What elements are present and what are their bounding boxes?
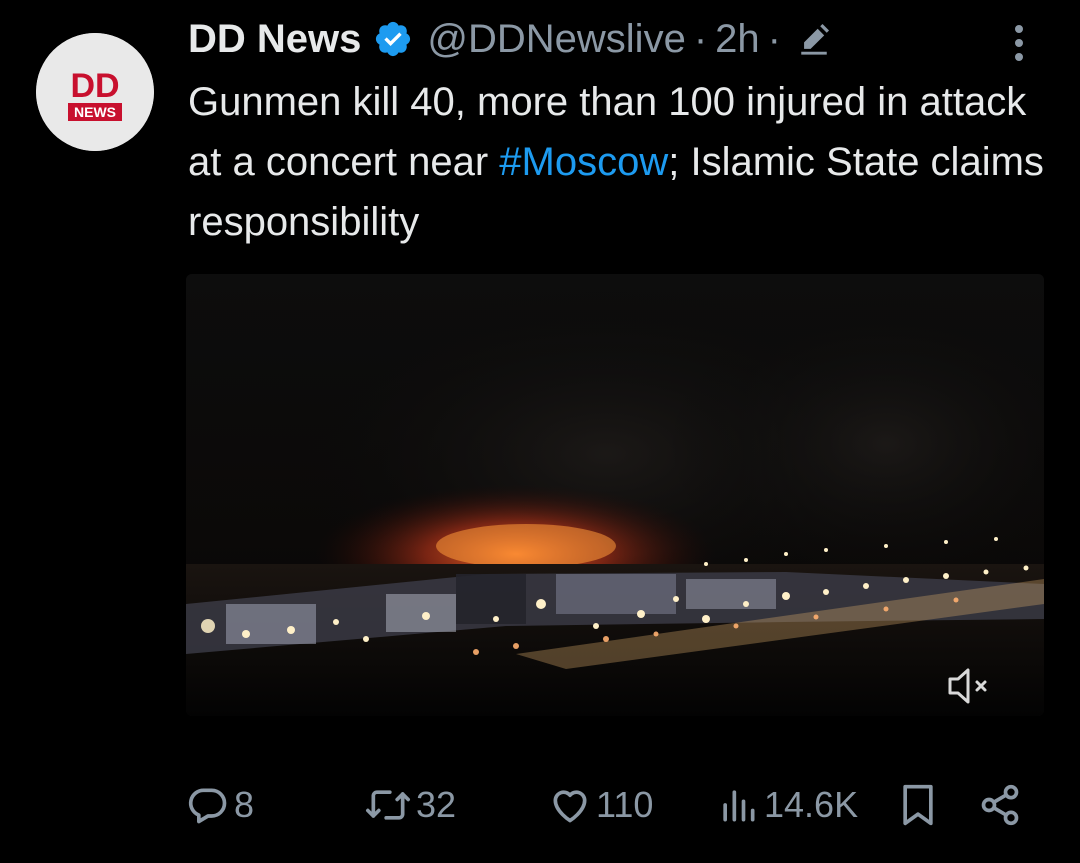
avatar[interactable]: DD NEWS [36,33,154,151]
tweet-card[interactable]: DD NEWS DD News @DDNewslive · 2h · Gunme… [0,0,1080,863]
repost-icon [366,790,410,820]
display-name[interactable]: DD News [188,17,361,62]
views-bars-icon [723,790,755,822]
edit-pencil-icon[interactable] [797,22,831,56]
action-bar: 8 32 110 14.6K [186,775,1044,835]
views-count: 14.6K [764,784,859,825]
verified-badge-icon [376,21,411,57]
repost-count: 32 [416,784,457,825]
views-button[interactable]: 14.6K [716,775,858,835]
reply-bubble-icon [188,788,227,824]
tweet-text: Gunmen kill 40, more than 100 injured in… [188,72,1048,252]
logo-top-text: DD [70,67,119,105]
separator-dot: · [767,16,781,61]
share-button[interactable] [978,775,1022,835]
logo-bottom-text: NEWS [74,104,116,120]
share-icon [981,784,1019,826]
dd-news-logo: DD NEWS [36,33,154,151]
like-button[interactable]: 110 [548,775,653,835]
like-count: 110 [596,784,654,825]
repost-button[interactable]: 32 [364,775,456,835]
bookmark-button[interactable] [896,775,940,835]
more-vertical-icon[interactable] [1004,22,1034,64]
mute-icon[interactable] [944,664,994,708]
hashtag-moscow[interactable]: #Moscow [499,140,668,184]
timestamp[interactable]: 2h [715,17,760,62]
video-frame [186,274,1044,716]
heart-icon [553,790,587,823]
reply-button[interactable]: 8 [186,775,254,835]
reply-count: 8 [234,784,255,825]
video-player[interactable] [186,274,1044,716]
user-handle[interactable]: @DDNewslive [427,17,685,62]
tweet-header: DD News @DDNewslive · 2h · [188,14,831,64]
bookmark-icon [903,784,933,826]
separator-dot: · [693,16,708,61]
